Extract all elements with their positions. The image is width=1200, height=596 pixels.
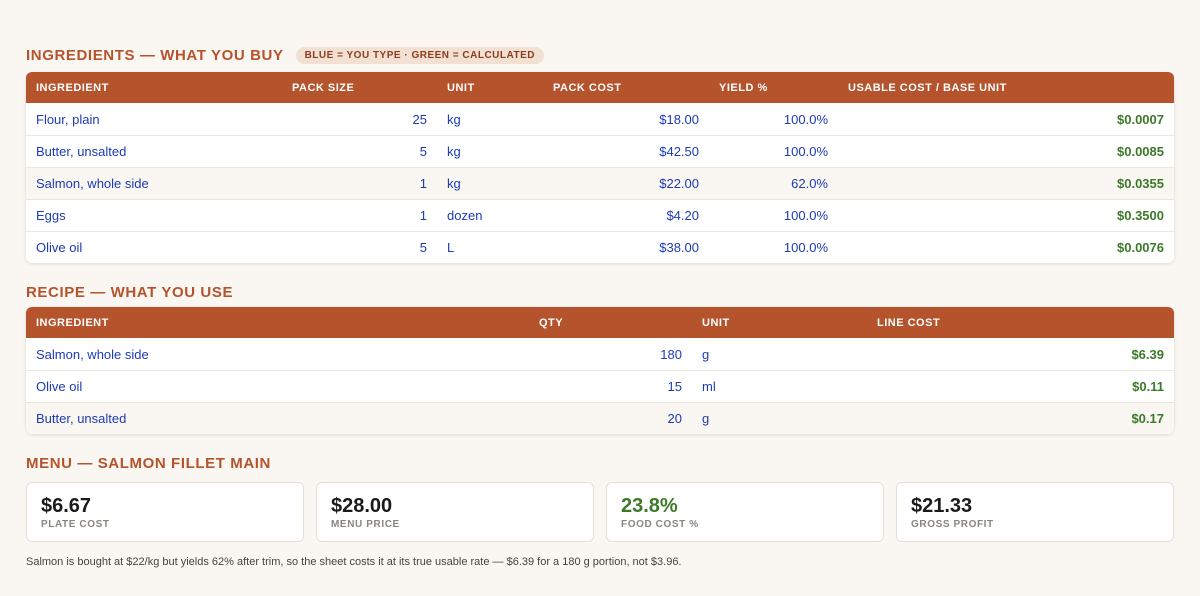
plate-cost-card: $6.67 PLATE COST <box>26 482 304 542</box>
usable-cost-cell: $0.0076 <box>1117 240 1164 255</box>
ingredients-table: INGREDIENT PACK SIZE UNIT PACK COST YIEL… <box>26 72 1174 263</box>
food-cost-card: 23.8% FOOD COST % <box>606 482 884 542</box>
plate-cost-value: $6.67 <box>41 495 92 517</box>
unit-cell[interactable]: kg <box>437 112 543 127</box>
recipe-qty-cell[interactable]: 15 <box>529 379 692 394</box>
ingredient-name-cell[interactable]: Eggs <box>26 208 282 223</box>
recipe-qty-cell[interactable]: 180 <box>529 347 692 362</box>
header-unit: UNIT <box>702 316 730 329</box>
yield-cell[interactable]: 100.0% <box>709 208 838 223</box>
header-pack-size: PACK SIZE <box>292 81 355 94</box>
table-row: Butter, unsalted 20 g $0.17 <box>26 402 1174 434</box>
recipe-ingredient-cell[interactable]: Butter, unsalted <box>26 411 529 426</box>
header-qty: QTY <box>539 316 564 329</box>
menu-section-title: MENU — SALMON FILLET MAIN <box>26 452 1174 474</box>
header-pack-cost: PACK COST <box>553 81 622 94</box>
ingredient-name-cell[interactable]: Flour, plain <box>26 112 282 127</box>
ingredients-section-title: INGREDIENTS — WHAT YOU BUY BLUE = YOU TY… <box>26 44 1174 66</box>
menu-price-card: $28.00 MENU PRICE <box>316 482 594 542</box>
header-line-cost: LINE COST <box>877 316 941 329</box>
recipe-unit-cell[interactable]: g <box>692 347 867 362</box>
yield-cell[interactable]: 100.0% <box>709 112 838 127</box>
pack-size-cell[interactable]: 5 <box>282 240 437 255</box>
plate-cost-label: PLATE COST <box>41 519 110 530</box>
usable-cost-cell: $0.0007 <box>1117 111 1164 127</box>
table-row: Olive oil 5 L $38.00 100.0% $0.0076 <box>26 231 1174 263</box>
table-row: Flour, plain 25 kg $18.00 100.0% $0.0007 <box>26 103 1174 135</box>
unit-cell[interactable]: kg <box>437 176 543 191</box>
pack-cost-cell[interactable]: $22.00 <box>543 176 709 191</box>
table-row: Eggs 1 dozen $4.20 100.0% $0.3500 <box>26 199 1174 231</box>
table-row: Butter, unsalted 5 kg $42.50 100.0% $0.0… <box>26 135 1174 167</box>
ingredient-name-cell[interactable]: Salmon, whole side <box>26 176 282 191</box>
pack-size-cell[interactable]: 1 <box>282 208 437 223</box>
pack-cost-cell[interactable]: $42.50 <box>543 144 709 159</box>
unit-cell[interactable]: dozen <box>437 208 543 223</box>
recipe-section-title: RECIPE — WHAT YOU USE <box>26 281 1174 303</box>
legend-badge: BLUE = YOU TYPE · GREEN = CALCULATED <box>295 46 544 64</box>
ingredient-name-cell[interactable]: Olive oil <box>26 240 282 255</box>
table-row: Salmon, whole side 180 g $6.39 <box>26 338 1174 370</box>
ingredients-header-row: INGREDIENT PACK SIZE UNIT PACK COST YIEL… <box>26 72 1174 103</box>
usable-cost-cell: $0.0085 <box>1117 144 1164 159</box>
recipe-table: INGREDIENT QTY UNIT LINE COST Salmon, wh… <box>26 307 1174 434</box>
usable-cost-cell: $0.0355 <box>1117 176 1164 191</box>
menu-title: MENU — SALMON FILLET MAIN <box>26 454 271 472</box>
header-ingredient: INGREDIENT <box>36 316 109 329</box>
food-cost-label: FOOD COST % <box>621 519 699 530</box>
food-cost-value: 23.8% <box>621 495 678 517</box>
table-row: Olive oil 15 ml $0.11 <box>26 370 1174 402</box>
costing-sheet: INGREDIENTS — WHAT YOU BUY BLUE = YOU TY… <box>26 44 1174 568</box>
pack-cost-cell[interactable]: $4.20 <box>543 208 709 223</box>
pack-size-cell[interactable]: 5 <box>282 144 437 159</box>
footnote: Salmon is bought at $22/kg but yields 62… <box>26 556 682 568</box>
recipe-ingredient-cell[interactable]: Salmon, whole side <box>26 347 529 362</box>
ingredients-body: Flour, plain 25 kg $18.00 100.0% $0.0007… <box>26 103 1174 263</box>
recipe-unit-cell[interactable]: ml <box>692 379 867 394</box>
pack-cost-cell[interactable]: $18.00 <box>543 112 709 127</box>
unit-cell[interactable]: L <box>437 240 543 255</box>
usable-cost-cell: $0.3500 <box>1117 208 1164 223</box>
ingredient-name-cell[interactable]: Butter, unsalted <box>26 144 282 159</box>
header-usable-cost: USABLE COST / BASE UNIT <box>848 81 1007 94</box>
pack-size-cell[interactable]: 25 <box>282 112 437 127</box>
header-yield: YIELD % <box>719 81 768 94</box>
gross-profit-label: GROSS PROFIT <box>911 519 994 530</box>
recipe-title: RECIPE — WHAT YOU USE <box>26 283 234 301</box>
menu-price-label: MENU PRICE <box>331 519 400 530</box>
pack-size-cell[interactable]: 1 <box>282 176 437 191</box>
recipe-body: Salmon, whole side 180 g $6.39 Olive oil… <box>26 338 1174 434</box>
header-ingredient: INGREDIENT <box>36 81 109 94</box>
gross-profit-value: $21.33 <box>911 495 973 517</box>
header-unit: UNIT <box>447 81 475 94</box>
yield-cell[interactable]: 100.0% <box>709 144 838 159</box>
line-cost-cell: $0.17 <box>1131 411 1164 426</box>
yield-cell[interactable]: 62.0% <box>709 176 838 191</box>
menu-summary-cards: $6.67 PLATE COST $28.00 MENU PRICE 23.8%… <box>26 482 1174 542</box>
unit-cell[interactable]: kg <box>437 144 543 159</box>
table-row: Salmon, whole side 1 kg $22.00 62.0% $0.… <box>26 167 1174 199</box>
gross-profit-card: $21.33 GROSS PROFIT <box>896 482 1174 542</box>
menu-price-value[interactable]: $28.00 <box>331 495 579 517</box>
recipe-unit-cell[interactable]: g <box>692 411 867 426</box>
pack-cost-cell[interactable]: $38.00 <box>543 240 709 255</box>
line-cost-cell: $0.11 <box>1132 379 1164 394</box>
recipe-ingredient-cell[interactable]: Olive oil <box>26 379 529 394</box>
recipe-header-row: INGREDIENT QTY UNIT LINE COST <box>26 307 1174 338</box>
line-cost-cell: $6.39 <box>1131 346 1164 362</box>
ingredients-title: INGREDIENTS — WHAT YOU BUY <box>26 46 284 64</box>
recipe-qty-cell[interactable]: 20 <box>529 411 692 426</box>
yield-cell[interactable]: 100.0% <box>709 240 838 255</box>
